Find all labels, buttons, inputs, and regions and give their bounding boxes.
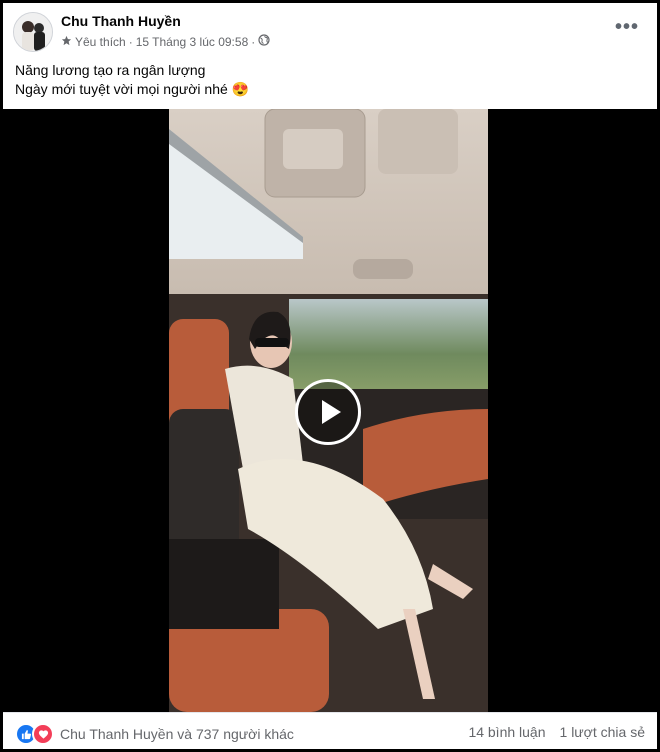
post-text-line: Năng lương tạo ra ngân lượng [15, 62, 206, 78]
globe-icon [258, 34, 270, 49]
love-reaction-icon [32, 723, 54, 745]
post-text: Năng lương tạo ra ngân lượng Ngày mới tu… [15, 61, 249, 99]
author-name[interactable]: Chu Thanh Huyền [61, 13, 181, 29]
engagement-stats: 14 bình luận 1 lượt chia sẻ [468, 724, 645, 740]
post-text-line: Ngày mới tuyệt vời mọi người nhé 😍 [15, 80, 249, 99]
post-meta: Yêu thích · 15 Tháng 3 lúc 09:58 · [61, 34, 270, 49]
comments-count[interactable]: 14 bình luận [468, 724, 545, 740]
video-player[interactable] [3, 109, 657, 712]
post-timestamp[interactable]: 15 Tháng 3 lúc 09:58 [136, 35, 249, 49]
post-header: Chu Thanh Huyền Yêu thích · 15 Tháng 3 l… [3, 3, 657, 55]
more-options-icon[interactable]: ••• [615, 17, 639, 37]
meta-separator: · [128, 34, 133, 49]
reactions-summary[interactable]: Chu Thanh Huyền và 737 người khác [15, 723, 294, 745]
play-icon [322, 400, 341, 424]
post-text-content: Ngày mới tuyệt vời mọi người nhé [15, 81, 228, 97]
heart-eyes-emoji: 😍 [231, 81, 250, 97]
audience-label[interactable]: Yêu thích [75, 35, 126, 49]
reactions-text[interactable]: Chu Thanh Huyền và 737 người khác [60, 726, 294, 742]
post-footer: Chu Thanh Huyền và 737 người khác 14 bìn… [3, 712, 657, 750]
meta-separator: · [251, 34, 256, 49]
author-avatar[interactable] [13, 12, 53, 52]
play-button[interactable] [295, 379, 361, 445]
shares-count[interactable]: 1 lượt chia sẻ [560, 724, 645, 740]
post-card: Chu Thanh Huyền Yêu thích · 15 Tháng 3 l… [3, 3, 657, 749]
star-icon [61, 35, 72, 49]
